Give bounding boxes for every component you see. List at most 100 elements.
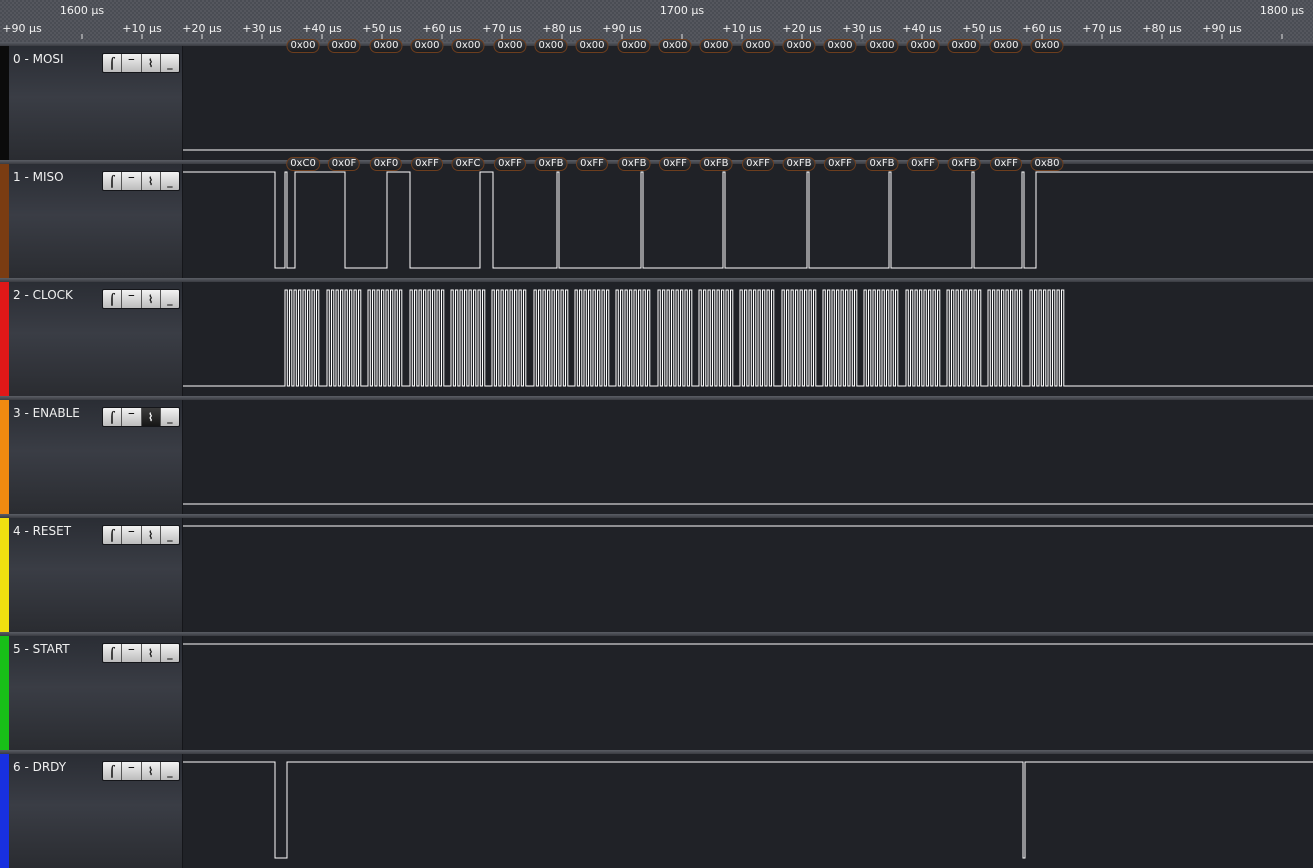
falling-edge-trigger-button[interactable]: ⌇ — [141, 408, 161, 426]
channel-color-bar — [0, 46, 9, 160]
rising-edge-trigger-button[interactable]: ⌠ — [103, 526, 123, 544]
trigger-buttons: ⌠ ‾ ⌇ _ — [102, 643, 180, 663]
low-level-trigger-button[interactable]: _ — [160, 54, 179, 72]
falling-edge-trigger-button[interactable]: ⌇ — [141, 644, 161, 662]
falling-edge-trigger-button[interactable]: ⌇ — [141, 172, 161, 190]
channel-header[interactable]: 0 - MOSI ⌠ ‾ ⌇ _ — [9, 46, 183, 160]
decoded-byte-label: 0x00 — [906, 39, 940, 53]
decoded-byte-label: 0x00 — [865, 39, 899, 53]
channel-label[interactable]: 4 - RESET — [13, 524, 71, 538]
low-level-trigger-button[interactable]: _ — [160, 526, 179, 544]
waveform-area[interactable] — [183, 46, 1313, 160]
channel-header[interactable]: 6 - DRDY ⌠ ‾ ⌇ _ — [9, 754, 183, 868]
ruler-major-label: 1800 µs — [1259, 4, 1305, 17]
low-level-icon: _ — [167, 56, 173, 70]
high-level-trigger-button[interactable]: ‾ — [122, 172, 142, 190]
decoded-byte-label: 0xFF — [494, 157, 526, 171]
channel-row: 4 - RESET ⌠ ‾ ⌇ _ — [0, 514, 1313, 632]
waveform-area[interactable] — [183, 282, 1313, 396]
channel-label[interactable]: 0 - MOSI — [13, 52, 64, 66]
channel-header[interactable]: 5 - START ⌠ ‾ ⌇ _ — [9, 636, 183, 750]
waveform-trace — [183, 525, 1313, 527]
decoded-byte-label: 0x00 — [741, 39, 775, 53]
channel-header[interactable]: 3 - ENABLE ⌠ ‾ ⌇ _ — [9, 400, 183, 514]
decoded-byte-label: 0x00 — [947, 39, 981, 53]
waveform-trace — [183, 761, 1313, 859]
high-level-trigger-button[interactable]: ‾ — [122, 408, 142, 426]
decoded-byte-label: 0x00 — [286, 39, 320, 53]
rising-edge-trigger-button[interactable]: ⌠ — [103, 172, 123, 190]
low-level-trigger-button[interactable]: _ — [160, 408, 179, 426]
waveform-area[interactable] — [183, 164, 1313, 278]
low-level-trigger-button[interactable]: _ — [160, 172, 179, 190]
ruler-tick — [201, 34, 203, 39]
channel-row: 5 - START ⌠ ‾ ⌇ _ — [0, 632, 1313, 750]
ruler-tick — [1101, 34, 1103, 39]
ruler-tick — [441, 34, 443, 39]
high-level-trigger-button[interactable]: ‾ — [122, 762, 142, 780]
channel-label[interactable]: 5 - START — [13, 642, 70, 656]
ruler-tick — [321, 34, 323, 39]
channel-label[interactable]: 1 - MISO — [13, 170, 64, 184]
high-level-icon: ‾ — [128, 292, 135, 306]
falling-edge-trigger-button[interactable]: ⌇ — [141, 526, 161, 544]
decoded-byte-label: 0xFF — [411, 157, 443, 171]
channel-color-bar — [0, 636, 9, 750]
high-level-icon: ‾ — [128, 410, 135, 424]
waveform-area[interactable] — [183, 754, 1313, 868]
decoded-byte-label: 0x00 — [575, 39, 609, 53]
channel-label[interactable]: 6 - DRDY — [13, 760, 66, 774]
high-level-trigger-button[interactable]: ‾ — [122, 290, 142, 308]
low-level-icon: _ — [167, 528, 173, 542]
high-level-trigger-button[interactable]: ‾ — [122, 54, 142, 72]
rising-edge-icon: ⌠ — [108, 646, 116, 660]
trigger-buttons: ⌠ ‾ ⌇ _ — [102, 407, 180, 427]
low-level-trigger-button[interactable]: _ — [160, 644, 179, 662]
rising-edge-icon: ⌠ — [108, 292, 116, 306]
high-level-icon: ‾ — [128, 56, 135, 70]
channel-label[interactable]: 3 - ENABLE — [13, 406, 80, 420]
channel-header[interactable]: 4 - RESET ⌠ ‾ ⌇ _ — [9, 518, 183, 632]
falling-edge-icon: ⌇ — [147, 292, 154, 306]
decoded-byte-label: 0x00 — [1030, 39, 1064, 53]
falling-edge-trigger-button[interactable]: ⌇ — [141, 290, 161, 308]
falling-edge-trigger-button[interactable]: ⌇ — [141, 762, 161, 780]
waveform-area[interactable] — [183, 400, 1313, 514]
ruler-tick — [141, 34, 143, 39]
rising-edge-trigger-button[interactable]: ⌠ — [103, 290, 123, 308]
rising-edge-icon: ⌠ — [108, 528, 116, 542]
decoded-byte-label: 0x00 — [534, 39, 568, 53]
falling-edge-trigger-button[interactable]: ⌇ — [141, 54, 161, 72]
channel-header[interactable]: 2 - CLOCK ⌠ ‾ ⌇ _ — [9, 282, 183, 396]
waveform-area[interactable] — [183, 518, 1313, 632]
falling-edge-icon: ⌇ — [147, 646, 154, 660]
trigger-buttons: ⌠ ‾ ⌇ _ — [102, 171, 180, 191]
low-level-trigger-button[interactable]: _ — [160, 762, 179, 780]
decoded-byte-label: 0xFB — [617, 157, 651, 171]
ruler-major-label: 1700 µs — [659, 4, 705, 17]
ruler-tick — [1281, 34, 1283, 39]
rising-edge-trigger-button[interactable]: ⌠ — [103, 408, 123, 426]
channel-row: 2 - CLOCK ⌠ ‾ ⌇ _ — [0, 278, 1313, 396]
high-level-icon: ‾ — [128, 528, 135, 542]
waveform-area[interactable] — [183, 636, 1313, 750]
channel-header[interactable]: 1 - MISO ⌠ ‾ ⌇ _ — [9, 164, 183, 278]
decoded-byte-label: 0xFF — [907, 157, 939, 171]
decoded-byte-label: 0xFB — [865, 157, 899, 171]
high-level-trigger-button[interactable]: ‾ — [122, 644, 142, 662]
waveform-trace — [183, 289, 1313, 387]
rising-edge-icon: ⌠ — [108, 410, 116, 424]
high-level-trigger-button[interactable]: ‾ — [122, 526, 142, 544]
decoded-byte-label: 0xFF — [824, 157, 856, 171]
low-level-trigger-button[interactable]: _ — [160, 290, 179, 308]
decoded-byte-label: 0x0F — [327, 157, 361, 171]
trigger-buttons: ⌠ ‾ ⌇ _ — [102, 761, 180, 781]
rising-edge-trigger-button[interactable]: ⌠ — [103, 54, 123, 72]
decoded-byte-label: 0x00 — [410, 39, 444, 53]
rising-edge-trigger-button[interactable]: ⌠ — [103, 644, 123, 662]
rising-edge-trigger-button[interactable]: ⌠ — [103, 762, 123, 780]
channel-row: 6 - DRDY ⌠ ‾ ⌇ _ — [0, 750, 1313, 868]
time-ruler[interactable]: 1600 µs 1700 µs 1800 µs +90 µs +10 µs +20 µs +… — [0, 0, 1313, 43]
channel-label[interactable]: 2 - CLOCK — [13, 288, 73, 302]
decoded-byte-label: 0xFC — [451, 157, 485, 171]
